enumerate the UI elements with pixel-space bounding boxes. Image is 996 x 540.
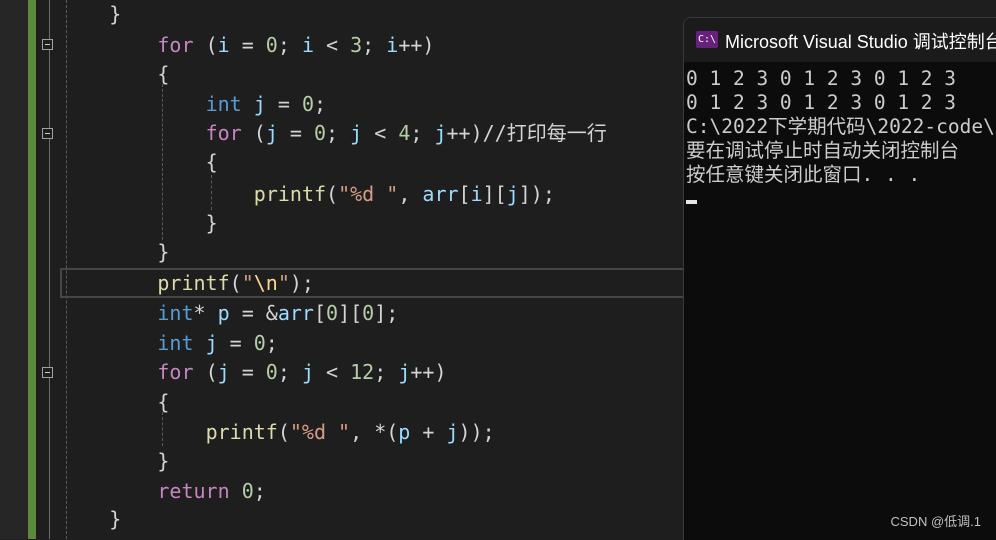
console-titlebar[interactable]: C:\ Microsoft Visual Studio 调试控制台 bbox=[684, 18, 996, 62]
watermark: CSDN @低调.1 bbox=[890, 514, 982, 529]
console-title: Microsoft Visual Studio 调试控制台 bbox=[725, 32, 996, 52]
console-output-line: 要在调试停止时自动关闭控制台 bbox=[686, 139, 960, 162]
indent-guide bbox=[162, 412, 163, 446]
debug-console-window[interactable]: C:\ Microsoft Visual Studio 调试控制台 0 1 2 … bbox=[683, 17, 996, 540]
console-output-line: C:\2022下学期代码\2022-code\ bbox=[686, 115, 995, 138]
code-line[interactable]: int j = 0; bbox=[206, 92, 326, 116]
console-output-line: 0 1 2 3 0 1 2 3 0 1 2 3 bbox=[686, 91, 957, 114]
fold-toggle-icon[interactable] bbox=[42, 39, 53, 50]
console-app-icon: C:\ bbox=[696, 31, 718, 48]
editor-gutter bbox=[0, 0, 28, 539]
code-line[interactable]: } bbox=[109, 2, 121, 26]
current-line-highlight bbox=[60, 268, 700, 298]
code-line[interactable]: printf("%d ", arr[i][j]); bbox=[254, 182, 555, 206]
fold-toggle-icon[interactable] bbox=[42, 128, 53, 139]
console-cursor bbox=[686, 200, 697, 204]
code-line[interactable]: } bbox=[157, 240, 169, 264]
code-line[interactable]: { bbox=[157, 62, 169, 86]
indent-guide bbox=[162, 84, 163, 240]
code-line[interactable]: for (j = 0; j < 4; j++)//打印每一行 bbox=[206, 121, 607, 145]
code-line[interactable]: { bbox=[206, 150, 218, 174]
console-output-line: 按任意键关闭此窗口. . . bbox=[686, 163, 921, 186]
code-line[interactable]: } bbox=[206, 211, 218, 235]
outline-line bbox=[49, 0, 50, 539]
code-line[interactable]: int* p = &arr[0][0]; bbox=[157, 301, 398, 325]
indent-guide bbox=[211, 175, 212, 210]
code-line[interactable]: printf("%d ", *(p + j)); bbox=[206, 420, 495, 444]
code-line[interactable]: printf("\n"); bbox=[157, 271, 314, 295]
console-output-line: 0 1 2 3 0 1 2 3 0 1 2 3 bbox=[686, 67, 957, 90]
code-line[interactable]: return 0; bbox=[157, 479, 265, 503]
code-line[interactable]: int j = 0; bbox=[157, 331, 277, 355]
fold-toggle-icon[interactable] bbox=[42, 367, 53, 378]
code-line[interactable]: for (j = 0; j < 12; j++) bbox=[157, 360, 446, 384]
change-tracking-bar bbox=[28, 0, 36, 539]
code-line[interactable]: for (i = 0; i < 3; i++) bbox=[157, 33, 434, 57]
code-line[interactable]: } bbox=[157, 449, 169, 473]
code-line[interactable]: { bbox=[157, 390, 169, 414]
code-line[interactable]: } bbox=[109, 507, 121, 531]
